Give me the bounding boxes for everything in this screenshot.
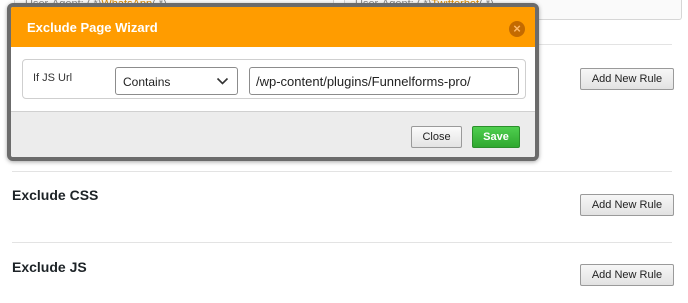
modal-footer: Close Save [11, 111, 535, 157]
add-new-rule-css-button[interactable]: Add New Rule [580, 194, 674, 216]
section-divider [12, 242, 672, 243]
close-button[interactable]: Close [411, 126, 462, 148]
condition-select-value: Contains [123, 75, 171, 89]
modal-header: Exclude Page Wizard × [11, 7, 535, 47]
exclude-page-wizard-modal: Exclude Page Wizard × If JS Url Contains… [7, 3, 539, 161]
modal-body: If JS Url Contains [11, 47, 535, 111]
add-new-rule-js-button[interactable]: Add New Rule [580, 264, 674, 286]
exclude-css-heading: Exclude CSS [12, 187, 99, 203]
section-divider [12, 171, 672, 172]
add-new-rule-button[interactable]: Add New Rule [580, 68, 674, 90]
rule-type-label: If JS Url [33, 72, 73, 84]
exclude-js-heading: Exclude JS [12, 259, 87, 275]
chevron-down-icon [216, 77, 229, 85]
condition-select[interactable]: Contains [115, 67, 238, 95]
close-icon[interactable]: × [509, 21, 525, 37]
modal-title: Exclude Page Wizard [27, 20, 158, 35]
url-value-input[interactable] [249, 67, 519, 95]
exclude-rule-row: If JS Url Contains [22, 59, 526, 99]
save-button[interactable]: Save [472, 126, 520, 148]
